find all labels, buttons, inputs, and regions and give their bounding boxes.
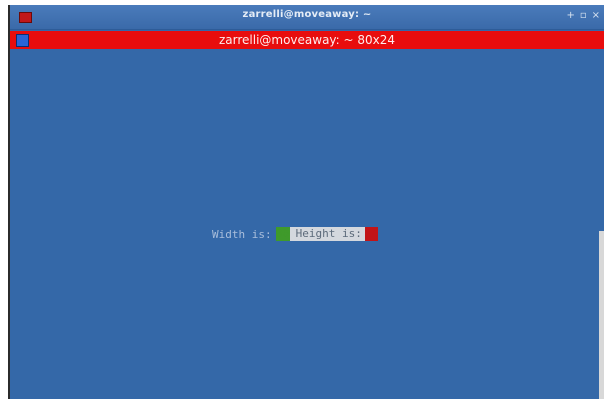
- restore-icon[interactable]: ▫: [580, 10, 587, 22]
- height-value: 24: [364, 227, 379, 241]
- terminal-body[interactable]: Width is: 80 Height is: 24: [10, 49, 599, 399]
- height-label: Height is:: [289, 227, 365, 241]
- terminal-title: zarrelli@moveaway: ~ 80x24: [218, 33, 396, 47]
- close-icon[interactable]: ×: [592, 10, 600, 22]
- width-value: 80: [275, 227, 290, 241]
- maximize-icon[interactable]: +: [566, 10, 574, 22]
- window-controls: + ▫ ×: [566, 10, 600, 22]
- scrollbar[interactable]: [599, 231, 604, 399]
- window-titlebar[interactable]: zarrelli@moveaway: ~ + ▫ ×: [10, 5, 604, 30]
- width-label: Width is:: [212, 227, 272, 241]
- terminal-titlebar[interactable]: zarrelli@moveaway: ~ 80x24: [10, 31, 604, 49]
- terminal-window: zarrelli@moveaway: ~ + ▫ × zarrelli@move…: [8, 5, 604, 399]
- terminal-size-line: Width is: 80 Height is: 24: [212, 227, 378, 241]
- window-title: zarrelli@moveaway: ~: [242, 9, 372, 20]
